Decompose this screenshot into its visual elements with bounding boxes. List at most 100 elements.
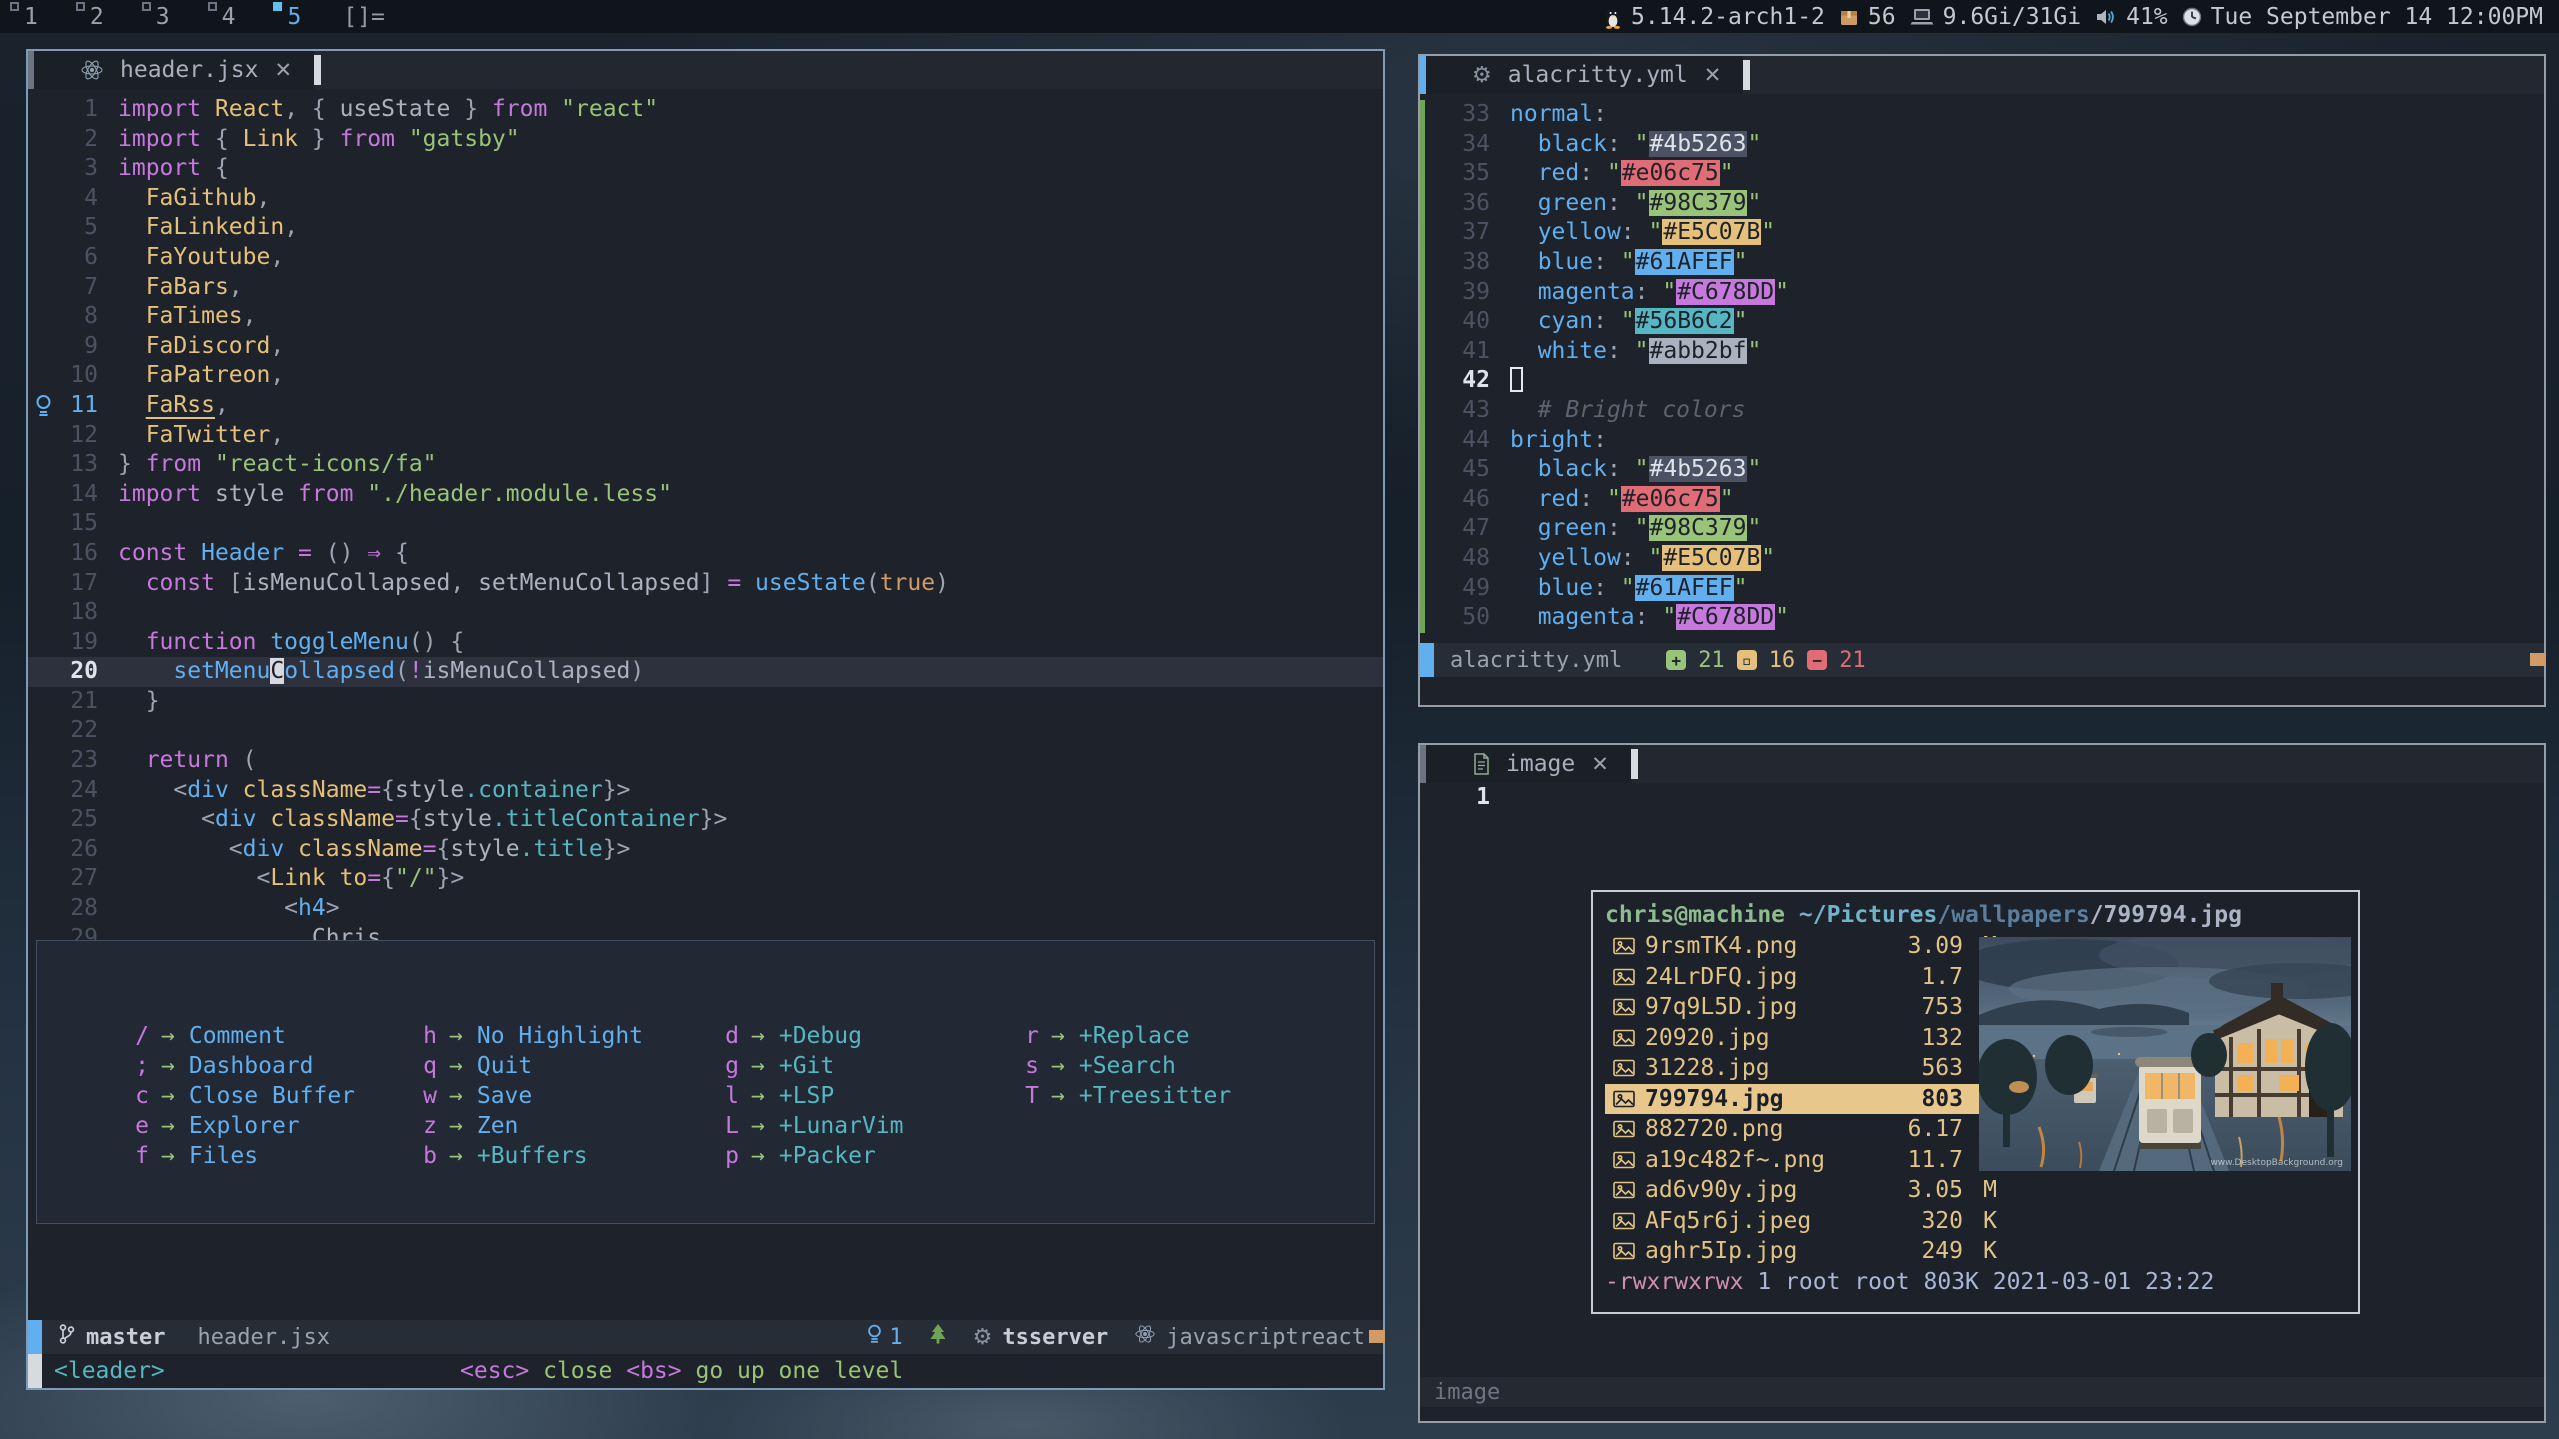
scrollbar-thumb[interactable] bbox=[1369, 1330, 1385, 1343]
clock-icon bbox=[2182, 7, 2202, 27]
code-buffer[interactable]: 33normal:34 black: "#4b5263"35 red: "#e0… bbox=[1420, 94, 2544, 643]
whichkey-binding[interactable]: e→Explorer bbox=[123, 1111, 411, 1141]
code-line: 47 green: "#98C379" bbox=[1420, 514, 2544, 544]
image-file-icon bbox=[1605, 937, 1645, 955]
arrow-icon: → bbox=[1039, 1081, 1079, 1111]
code-line: 50 magenta: "#C678DD" bbox=[1420, 603, 2544, 633]
line-number: 24 bbox=[62, 776, 118, 806]
close-icon[interactable]: ✕ bbox=[1591, 752, 1609, 776]
whichkey-binding[interactable]: l→+LSP bbox=[713, 1081, 1013, 1111]
file-row[interactable]: ad6v90y.jpg3.05M bbox=[1605, 1175, 1997, 1206]
code-line: 17 const [isMenuCollapsed, setMenuCollap… bbox=[28, 569, 1383, 599]
tabline-caret bbox=[1743, 60, 1750, 90]
whichkey-binding[interactable]: w→Save bbox=[411, 1081, 713, 1111]
terminal-buffer[interactable]: 1 chris@machine ~/Pictures/wallpapers/79… bbox=[1420, 783, 2544, 1377]
updates-indicator: 56 bbox=[1839, 4, 1896, 30]
file-row[interactable]: AFq5r6j.jpeg320K bbox=[1605, 1206, 1997, 1237]
whichkey-binding[interactable]: r→+Replace bbox=[1013, 1021, 1301, 1051]
whichkey-binding[interactable]: ;→Dashboard bbox=[123, 1051, 411, 1081]
code-line: 12 FaTwitter, bbox=[28, 421, 1383, 451]
code-line: 27 <Link to={"/"}> bbox=[28, 864, 1383, 894]
bufferline: image ✕ bbox=[1420, 745, 2544, 783]
whichkey-binding[interactable]: p→+Packer bbox=[713, 1141, 1013, 1171]
close-icon[interactable]: ✕ bbox=[1704, 63, 1722, 87]
image-file-icon bbox=[1605, 1090, 1645, 1108]
statusline-filename: header.jsx bbox=[181, 1325, 345, 1350]
code-line: 22 bbox=[28, 716, 1383, 746]
code-line: 6 FaYoutube, bbox=[28, 243, 1383, 273]
statusline-filename: image bbox=[1434, 1380, 1500, 1405]
file-row[interactable]: 31228.jpg563K bbox=[1605, 1053, 1997, 1084]
whichkey-binding[interactable]: /→Comment bbox=[123, 1021, 411, 1051]
code-line: 4 FaGithub, bbox=[28, 184, 1383, 214]
diagnostics-hint[interactable]: 1 bbox=[866, 1323, 902, 1351]
whichkey-binding[interactable]: z→Zen bbox=[411, 1111, 713, 1141]
code-line: 5 FaLinkedin, bbox=[28, 213, 1383, 243]
arrow-icon: → bbox=[437, 1111, 477, 1141]
command-line: <leader> <esc> close <bs> go up one leve… bbox=[28, 1354, 1383, 1388]
line-number: 19 bbox=[62, 628, 118, 658]
file-row-selected[interactable]: 799794.jpg803K bbox=[1605, 1084, 1997, 1115]
lsp-server-label: tsserver bbox=[1002, 1325, 1108, 1350]
line-number: 44 bbox=[1454, 426, 1510, 456]
whichkey-binding[interactable]: c→Close Buffer bbox=[123, 1081, 411, 1111]
bufferline: ⚙ alacritty.yml ✕ bbox=[1420, 56, 2544, 94]
arrow-icon: → bbox=[1039, 1051, 1079, 1081]
line-number: 47 bbox=[1454, 514, 1510, 544]
workspace-4[interactable]: 4 bbox=[216, 4, 242, 30]
whichkey-binding[interactable]: s→+Search bbox=[1013, 1051, 1301, 1081]
whichkey-binding[interactable]: f→Files bbox=[123, 1141, 411, 1171]
tab-alacritty-yml[interactable]: ⚙ alacritty.yml ✕ bbox=[1426, 56, 1743, 94]
file-row[interactable]: 9rsmTK4.png3.09M bbox=[1605, 931, 1997, 962]
workspace-5-active[interactable]: 5 bbox=[281, 4, 307, 30]
whichkey-binding[interactable]: h→No Highlight bbox=[411, 1021, 713, 1051]
file-manager-path: chris@machine ~/Pictures/wallpapers/7997… bbox=[1605, 900, 2358, 931]
line-number: 48 bbox=[1454, 544, 1510, 574]
whichkey-binding[interactable]: d→+Debug bbox=[713, 1021, 1013, 1051]
whichkey-binding[interactable]: q→Quit bbox=[411, 1051, 713, 1081]
close-icon[interactable]: ✕ bbox=[274, 58, 292, 82]
git-branch-label[interactable]: master bbox=[86, 1325, 165, 1350]
file-row[interactable]: 20920.jpg132K bbox=[1605, 1023, 1997, 1054]
watermark-text: www.DesktopBackground.org bbox=[2210, 1158, 2343, 1168]
file-row[interactable]: aghr5Ip.jpg249K bbox=[1605, 1236, 1997, 1267]
image-file-icon bbox=[1605, 1212, 1645, 1230]
code-line: 24 <div className={style.container}> bbox=[28, 776, 1383, 806]
whichkey-help: <esc> close <bs> go up one level bbox=[460, 1358, 903, 1384]
whichkey-binding[interactable]: g→+Git bbox=[713, 1051, 1013, 1081]
workspace-1[interactable]: 1 bbox=[18, 4, 44, 30]
file-row[interactable]: 882720.png6.17M bbox=[1605, 1114, 1997, 1145]
editor-window-alacritty-yml[interactable]: ⚙ alacritty.yml ✕ 33normal:34 black: "#4… bbox=[1418, 54, 2546, 707]
kernel-indicator: 5.14.2-arch1-2 bbox=[1604, 4, 1825, 30]
code-line: 20 setMenuCollapsed(!isMenuCollapsed) bbox=[28, 657, 1383, 687]
workspace-3[interactable]: 3 bbox=[150, 4, 176, 30]
line-number: 18 bbox=[62, 598, 118, 628]
code-line: 8 FaTimes, bbox=[28, 302, 1383, 332]
file-row[interactable]: 97q9L5D.jpg753K bbox=[1605, 992, 1997, 1023]
line-number: 7 bbox=[62, 273, 118, 303]
line-number: 12 bbox=[62, 421, 118, 451]
line-number: 16 bbox=[62, 539, 118, 569]
cmdline-block bbox=[28, 1354, 42, 1388]
code-buffer[interactable]: 1import React, { useState } from "react"… bbox=[28, 89, 1383, 1320]
line-number: 25 bbox=[62, 805, 118, 835]
file-row[interactable]: 24LrDFQ.jpg1.7M bbox=[1605, 962, 1997, 993]
arrow-icon: → bbox=[739, 1051, 779, 1081]
code-line: 18 bbox=[28, 598, 1383, 628]
scrollbar-thumb[interactable] bbox=[2530, 653, 2546, 666]
file-row[interactable]: a19c482f~.png11.7M bbox=[1605, 1145, 1997, 1176]
layout-indicator[interactable]: []= bbox=[343, 4, 385, 30]
whichkey-binding[interactable]: T→+Treesitter bbox=[1013, 1081, 1301, 1111]
file-manager-panel[interactable]: chris@machine ~/Pictures/wallpapers/7997… bbox=[1591, 890, 2360, 1314]
code-line: 10 FaPatreon, bbox=[28, 361, 1383, 391]
tab-image[interactable]: image ✕ bbox=[1426, 745, 1631, 783]
line-number: 37 bbox=[1454, 218, 1510, 248]
whichkey-binding[interactable]: L→+LunarVim bbox=[713, 1111, 1013, 1141]
tab-header-jsx[interactable]: header.jsx ✕ bbox=[34, 51, 314, 89]
arrow-icon: → bbox=[437, 1051, 477, 1081]
line-number: 17 bbox=[62, 569, 118, 599]
workspace-2[interactable]: 2 bbox=[84, 4, 110, 30]
editor-window-image[interactable]: image ✕ 1 chris@machine ~/Pictures/wallp… bbox=[1418, 743, 2546, 1423]
whichkey-binding[interactable]: b→+Buffers bbox=[411, 1141, 713, 1171]
editor-window-header-jsx[interactable]: header.jsx ✕ 1import React, { useState }… bbox=[26, 49, 1385, 1390]
